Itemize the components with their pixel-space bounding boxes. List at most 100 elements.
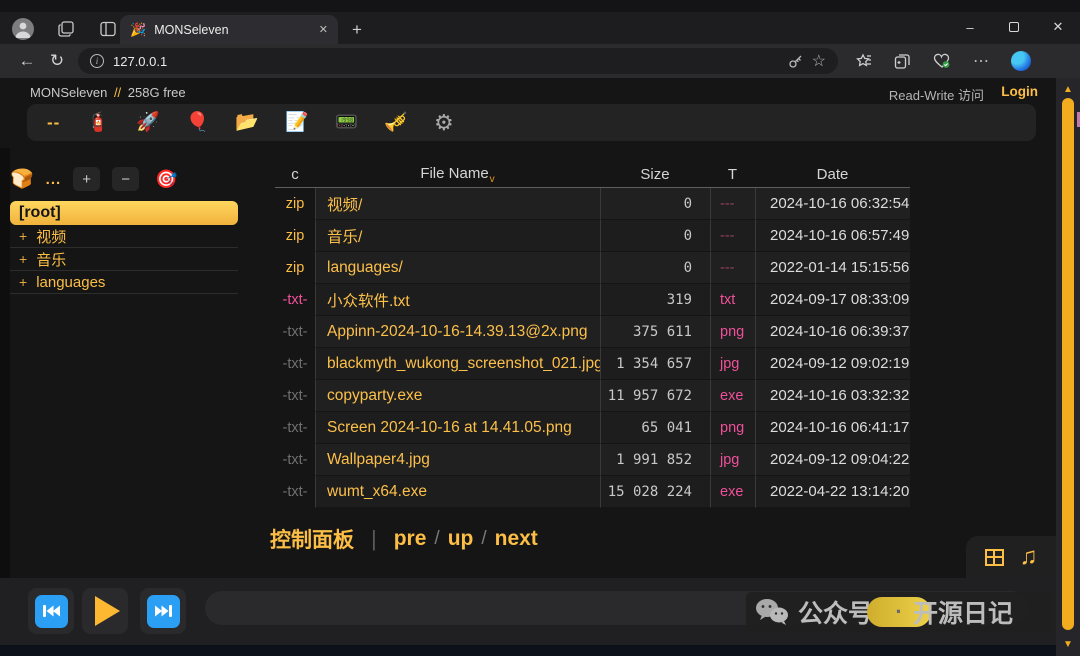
back-button[interactable]: ← bbox=[12, 51, 42, 71]
file-name-link[interactable]: languages/ bbox=[315, 252, 600, 284]
file-date: 2022-04-22 13:14:20 bbox=[755, 476, 910, 508]
scroll-down-icon[interactable]: ▼ bbox=[1056, 639, 1080, 650]
sidebar-item-视频[interactable]: +视频 bbox=[10, 225, 238, 248]
settings-ellipsis-icon[interactable]: ⋯ bbox=[973, 51, 989, 71]
collapse-tree-button[interactable]: − bbox=[112, 167, 139, 191]
row-action-link[interactable]: -txt- bbox=[275, 444, 315, 476]
sidebar-item-languages[interactable]: +languages bbox=[10, 271, 238, 294]
password-key-icon[interactable] bbox=[788, 54, 803, 69]
file-name-link[interactable]: Wallpaper4.jpg bbox=[315, 444, 600, 476]
sort-descending-icon: v bbox=[490, 174, 495, 185]
site-info-icon[interactable]: i bbox=[90, 54, 104, 68]
file-size: 375 611 bbox=[600, 316, 710, 348]
play-button[interactable] bbox=[82, 588, 128, 634]
url-text[interactable]: 127.0.0.1 bbox=[113, 54, 779, 69]
row-action-link[interactable]: -txt- bbox=[275, 380, 315, 412]
collections-icon[interactable] bbox=[894, 53, 911, 70]
browser-window: 🎉 MONSeleven ✕ + – ✕ ← ↻ i 127.0.0.1 ☆ bbox=[0, 0, 1080, 656]
tab-actions-icon[interactable] bbox=[98, 19, 118, 39]
address-bar[interactable]: i 127.0.0.1 ☆ bbox=[78, 48, 838, 74]
expand-tree-button[interactable]: + bbox=[73, 167, 100, 191]
tab-close-icon[interactable]: ✕ bbox=[319, 23, 328, 36]
table-row: -txt-Wallpaper4.jpg1 991 852jpg2024-09-1… bbox=[275, 444, 910, 476]
gear-icon[interactable]: ⚙ bbox=[434, 112, 454, 134]
expand-icon[interactable]: + bbox=[19, 274, 27, 290]
file-name-link[interactable]: copyparty.exe bbox=[315, 380, 600, 412]
profile-avatar-icon[interactable] bbox=[12, 18, 34, 40]
expand-icon[interactable]: + bbox=[19, 228, 27, 244]
scrollbar-thumb[interactable] bbox=[1062, 98, 1074, 630]
file-name-link[interactable]: Appinn-2024-10-16-14.39.13@2x.png bbox=[315, 316, 600, 348]
expand-icon[interactable]: + bbox=[19, 251, 27, 267]
row-action-link[interactable]: zip bbox=[275, 188, 315, 220]
site-favicon-icon: 🎉 bbox=[130, 23, 146, 36]
sidebar-item-root[interactable]: [root] bbox=[10, 201, 238, 225]
maximize-button[interactable] bbox=[992, 12, 1036, 42]
previous-track-button[interactable] bbox=[28, 588, 74, 634]
favorite-star-icon[interactable]: ☆ bbox=[812, 51, 826, 71]
row-action-link[interactable]: zip bbox=[275, 220, 315, 252]
file-type: png bbox=[710, 316, 755, 348]
scroll-up-icon[interactable]: ▲ bbox=[1056, 84, 1080, 95]
path-separator: // bbox=[111, 85, 124, 100]
memo-icon[interactable]: 📝 bbox=[285, 113, 309, 132]
play-icon bbox=[95, 596, 120, 626]
file-name-link[interactable]: wumt_x64.exe bbox=[315, 476, 600, 508]
file-name-link[interactable]: 小众软件.txt bbox=[315, 284, 600, 316]
table-row: -txt-wumt_x64.exe15 028 224exe2022-04-22… bbox=[275, 476, 910, 508]
row-action-link[interactable]: -txt- bbox=[275, 412, 315, 444]
browser-tab[interactable]: 🎉 MONSeleven ✕ bbox=[120, 15, 338, 44]
row-action-link[interactable]: zip bbox=[275, 252, 315, 284]
browser-essentials-icon[interactable] bbox=[933, 53, 951, 69]
column-header-date[interactable]: Date bbox=[755, 166, 910, 183]
bread-icon[interactable]: 🍞 bbox=[10, 167, 34, 191]
favorites-list-icon[interactable] bbox=[854, 53, 872, 69]
row-action-link[interactable]: -txt- bbox=[275, 348, 315, 380]
refresh-button[interactable]: ↻ bbox=[42, 51, 72, 71]
pager-icon[interactable]: 📟 bbox=[335, 113, 359, 132]
pager-link-next[interactable]: next bbox=[495, 527, 538, 551]
web-page: MONSeleven // 258G free Read-Write 访问 Lo… bbox=[0, 78, 1080, 656]
copilot-icon[interactable] bbox=[1011, 51, 1031, 71]
table-row: -txt-Screen 2024-10-16 at 14.41.05.png65… bbox=[275, 412, 910, 444]
close-button[interactable]: ✕ bbox=[1036, 12, 1080, 42]
music-note-icon[interactable]: ♫ bbox=[1020, 545, 1038, 569]
file-name-link[interactable]: blackmyth_wukong_screenshot_021.jpg bbox=[315, 348, 600, 380]
file-name-link[interactable]: 视频/ bbox=[315, 188, 600, 220]
table-row: -txt-copyparty.exe11 957 672exe2024-10-1… bbox=[275, 380, 910, 412]
login-link[interactable]: Login bbox=[1001, 84, 1038, 99]
file-size: 15 028 224 bbox=[600, 476, 710, 508]
workspaces-icon[interactable] bbox=[56, 19, 76, 39]
dart-icon[interactable]: 🎯 bbox=[155, 169, 177, 190]
site-name[interactable]: MONSeleven bbox=[30, 85, 107, 100]
grid-view-icon[interactable] bbox=[985, 549, 1004, 566]
column-header-type[interactable]: T bbox=[710, 166, 755, 183]
file-name-link[interactable]: 音乐/ bbox=[315, 220, 600, 252]
minimize-button[interactable]: – bbox=[948, 12, 992, 42]
view-toggle-panel: ♫ bbox=[966, 536, 1056, 578]
row-action-link[interactable]: -txt- bbox=[275, 284, 315, 316]
rocket-icon[interactable]: 🚀 bbox=[136, 113, 160, 132]
sidebar-item-音乐[interactable]: +音乐 bbox=[10, 248, 238, 271]
control-panel-link[interactable]: 控制面板 bbox=[270, 524, 354, 554]
next-track-button[interactable] bbox=[140, 588, 186, 634]
column-header-size[interactable]: Size bbox=[600, 166, 710, 183]
new-tab-button[interactable]: + bbox=[352, 21, 362, 38]
column-header-filename[interactable]: File Namev bbox=[315, 165, 600, 185]
fire-extinguisher-icon[interactable]: 🧯 bbox=[86, 113, 110, 132]
file-size: 0 bbox=[600, 220, 710, 252]
balloon-icon[interactable]: 🎈 bbox=[186, 113, 210, 132]
dashes-button[interactable]: -- bbox=[47, 114, 60, 131]
pager-link-up[interactable]: up bbox=[448, 527, 474, 551]
sidebar-controls: 🍞 ... + − 🎯 bbox=[10, 162, 238, 196]
file-name-link[interactable]: Screen 2024-10-16 at 14.41.05.png bbox=[315, 412, 600, 444]
pager-slash: / bbox=[479, 528, 488, 550]
pager-link-pre[interactable]: pre bbox=[394, 527, 427, 551]
row-action-link[interactable]: -txt- bbox=[275, 476, 315, 508]
page-scrollbar[interactable]: ▲ ▼ bbox=[1056, 78, 1080, 656]
column-header-c[interactable]: c bbox=[275, 166, 315, 183]
folder-icon[interactable]: 📂 bbox=[235, 113, 259, 132]
row-action-link[interactable]: -txt- bbox=[275, 316, 315, 348]
trumpet-icon[interactable]: 🎺 bbox=[384, 113, 408, 132]
sidebar-dots[interactable]: ... bbox=[46, 171, 62, 188]
